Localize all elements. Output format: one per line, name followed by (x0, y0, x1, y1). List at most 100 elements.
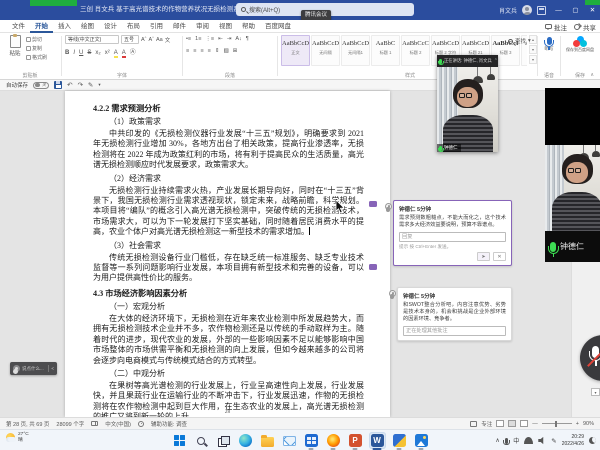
taskbar-firefox[interactable] (325, 432, 342, 449)
find-button[interactable]: 查找 ▾ (508, 37, 531, 45)
character-border-button[interactable]: Ⓐ (130, 47, 136, 56)
qat-customize-icon[interactable]: ▾ (98, 82, 100, 88)
comment-reply-input[interactable]: 回复 (399, 232, 506, 242)
chat-input-placeholder[interactable]: 说点什么... (22, 366, 44, 372)
restore-button[interactable]: ▢ (568, 0, 583, 20)
tab-mailings[interactable]: 邮件 (168, 20, 191, 33)
grow-font-button[interactable]: Aˆ (141, 37, 147, 43)
subscript-button[interactable]: x₂ (95, 50, 100, 56)
minimize-button[interactable]: — (551, 0, 566, 20)
sort-button[interactable]: A↓ (235, 36, 241, 42)
meeting-chat-bar[interactable]: 说点什么... < (10, 362, 57, 375)
clock[interactable]: 20:292022/4/26 (562, 434, 584, 447)
zoom-out-button[interactable]: — (532, 421, 538, 427)
shrink-font-button[interactable]: Aˇ (149, 37, 155, 43)
paste-button[interactable]: 粘贴 (4, 35, 26, 57)
taskbar-powerpoint[interactable]: P (347, 432, 364, 449)
tray-expand-chevron[interactable]: ∧ (495, 437, 499, 444)
borders-button[interactable]: ⊞ (233, 48, 238, 54)
font-color-button[interactable]: A (122, 50, 126, 56)
focus-assist-icon[interactable] (589, 437, 596, 444)
numbering-button[interactable]: 1≡ (195, 36, 201, 42)
tab-help[interactable]: 帮助 (237, 20, 260, 33)
tab-baidu-netdisk[interactable]: 百度网盘 (260, 20, 296, 33)
zoom-knob[interactable] (555, 421, 558, 427)
document-page[interactable]: 4.2.2 需求预测分析 （1）政策需求 中共印发的《无损检测仪器行业发展“十三… (65, 91, 390, 417)
tab-layout[interactable]: 布局 (122, 20, 145, 33)
taskbar-store-app[interactable] (303, 432, 320, 449)
dictate-button[interactable]: 听写 (539, 37, 559, 51)
save-icon[interactable] (54, 81, 62, 89)
zoom-slider[interactable] (542, 423, 572, 424)
comment-card-2[interactable]: 钟德仁 5分钟 和SWOT整合分析吧，内容注意优势、劣势是技术本身的，机会和挑战… (397, 287, 512, 341)
focus-label[interactable]: 专注 (481, 420, 492, 428)
zoom-in-button[interactable]: + (576, 421, 579, 427)
align-right-button[interactable]: ≡ (200, 48, 203, 54)
style-heading2[interactable]: AaBbCcC标题 2 (401, 35, 430, 66)
comment-send-button[interactable]: ➤ (477, 252, 490, 261)
line-spacing-button[interactable]: ⇕ (215, 48, 220, 54)
redo-button[interactable]: ↷ (77, 81, 82, 89)
web-layout-button[interactable] (520, 420, 528, 427)
taskbar-edge[interactable] (237, 432, 254, 449)
strikethrough-button[interactable]: S (87, 50, 91, 56)
superscript-button[interactable]: x² (105, 50, 110, 56)
taskbar-photos[interactable] (413, 432, 430, 449)
taskbar-meeting-app[interactable] (391, 432, 408, 449)
zoom-level[interactable]: 90% (583, 421, 594, 427)
proofing-icon[interactable] (91, 421, 98, 426)
format-painter-button[interactable]: 格式刷 (26, 54, 47, 61)
read-mode-button[interactable] (496, 420, 504, 427)
comment-cancel-button[interactable]: ✕ (493, 252, 506, 261)
tab-references[interactable]: 引用 (145, 20, 168, 33)
tab-insert[interactable]: 插入 (53, 20, 76, 33)
comments-button[interactable]: 批注 (545, 22, 567, 32)
ribbon-display-options-icon[interactable] (537, 6, 546, 15)
pen-input-icon[interactable]: ✎ (551, 437, 556, 445)
wifi-icon[interactable] (524, 437, 533, 444)
style-no-spacing1[interactable]: AaBbCcD无间隔1 (341, 35, 370, 66)
comment-anchor-icon[interactable] (369, 201, 377, 207)
comment-card-1[interactable]: 钟德仁 5分钟 需求预测数粗糙点，不能大而化之，这个技术需求多大经济效益要说明，… (393, 200, 512, 266)
task-view-button[interactable] (215, 432, 232, 449)
start-button[interactable] (171, 432, 188, 449)
style-heading1[interactable]: AaBbC标题 1 (371, 35, 400, 66)
meeting-floating-window[interactable]: 正在讲话: 钟德仁, 肖文兵 ⌃⌃ 钟德仁 (437, 55, 498, 152)
cut-button[interactable]: 剪切 (26, 36, 47, 43)
unmute-button[interactable] (580, 335, 600, 381)
accessibility-status[interactable]: 辅助功能: 调查 (151, 420, 187, 428)
tab-draw[interactable]: 绘图 (76, 20, 99, 33)
account-avatar[interactable] (522, 5, 532, 15)
account-name[interactable]: 肖文兵 (499, 6, 517, 15)
copy-button[interactable]: 复制 (26, 45, 47, 52)
tray-mic-icon[interactable] (505, 438, 509, 444)
pilcrow-button[interactable]: ¶ (246, 36, 249, 42)
comment-reply-input[interactable]: 正在处理其他批注 (403, 326, 506, 336)
decrease-indent-button[interactable]: ⇤ (218, 36, 223, 42)
save-to-baidu-button[interactable]: 保存到百度网盘 (562, 36, 598, 53)
autosave-toggle[interactable]: 关 (33, 82, 49, 89)
taskbar-file-explorer[interactable] (259, 432, 276, 449)
focus-icon[interactable] (470, 421, 477, 427)
taskbar-word-active[interactable]: W (369, 432, 386, 449)
comment-anchor-icon[interactable] (369, 264, 377, 270)
pen-tool-icon[interactable]: ✎ (88, 81, 93, 89)
tab-file[interactable]: 文件 (7, 20, 30, 33)
bold-button[interactable]: B (65, 50, 69, 56)
italic-button[interactable]: I (73, 50, 75, 56)
taskbar-search-button[interactable] (193, 432, 210, 449)
change-case-button[interactable]: Aa (156, 37, 163, 43)
taskbar-mail[interactable] (281, 432, 298, 449)
highlight-color-button[interactable]: A (114, 50, 118, 56)
style-normal[interactable]: AaBbCcDx正文 (281, 35, 310, 66)
volume-icon[interactable] (538, 437, 546, 445)
underline-button[interactable]: U (79, 50, 83, 56)
meeting-participant-panel[interactable]: 钟德仁 (545, 88, 600, 262)
increase-indent-button[interactable]: ⇥ (227, 36, 232, 42)
justify-button[interactable]: ≡ (208, 48, 211, 54)
font-size-select[interactable]: 五号 (121, 35, 139, 44)
bullets-button[interactable]: •≡ (186, 36, 191, 42)
collapse-ribbon-icon[interactable]: ∧ (590, 72, 594, 78)
phonetic-guide-button[interactable]: 文 (165, 36, 171, 44)
word-count[interactable]: 28099 个字 (56, 420, 84, 428)
